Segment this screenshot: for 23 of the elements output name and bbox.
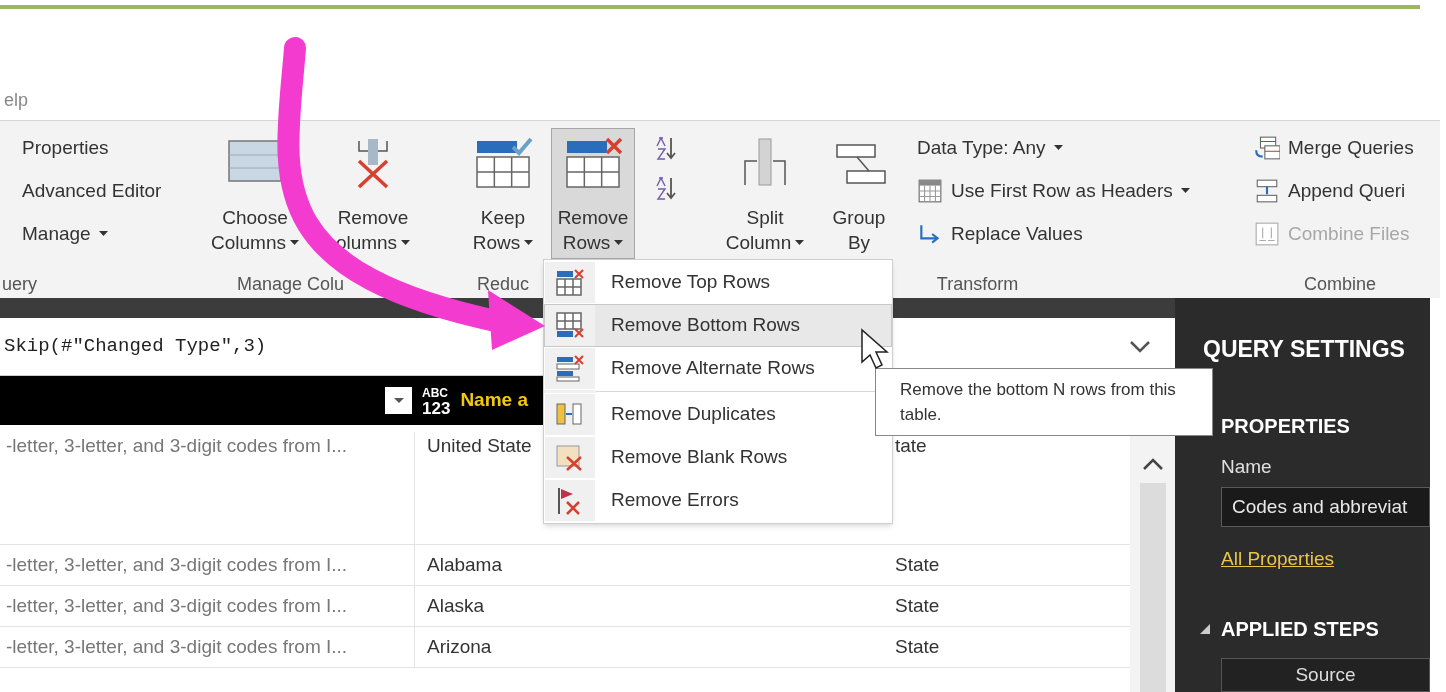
- ribbon-group-label: Reduc: [477, 272, 530, 296]
- table-cell: Arizona: [427, 635, 492, 657]
- table-cell: United State: [427, 435, 532, 456]
- table-cell-text: -letter, 3-letter, and 3-digit codes from I...: [6, 634, 348, 659]
- section-heading: PROPERTIES: [1221, 413, 1351, 439]
- panel-title: QUERY SETTINGS: [1202, 335, 1406, 364]
- ribbon-group-label: Combine: [1303, 272, 1376, 296]
- section-heading: APPLIED STEPS: [1221, 616, 1379, 642]
- ribbon-group-label: Transform: [936, 272, 1019, 296]
- formula-text: Skip(#"Changed Type",3): [3, 334, 267, 360]
- table-cell: State: [895, 635, 940, 657]
- table-cell-text: -letter, 3-letter, and 3-digit codes from I...: [6, 593, 348, 618]
- ribbon-group-label: Manage Colu: [237, 272, 345, 296]
- table-cell: Alabama: [427, 553, 502, 575]
- table-cell: tate: [895, 435, 927, 456]
- table-cell-text: -letter, 3-letter, and 3-digit codes from I...: [6, 552, 348, 577]
- ribbon-group-label: uery: [2, 272, 37, 296]
- table-cell: Alaska: [427, 594, 485, 616]
- table-cell-text: -letter, 3-letter, and 3-digit codes from I...: [6, 434, 348, 458]
- field-label: Name: [1221, 454, 1273, 479]
- tooltip: Remove the bottom N rows from this table.: [875, 368, 1213, 436]
- table-cell: State: [895, 594, 940, 616]
- table-cell: State: [895, 553, 940, 575]
